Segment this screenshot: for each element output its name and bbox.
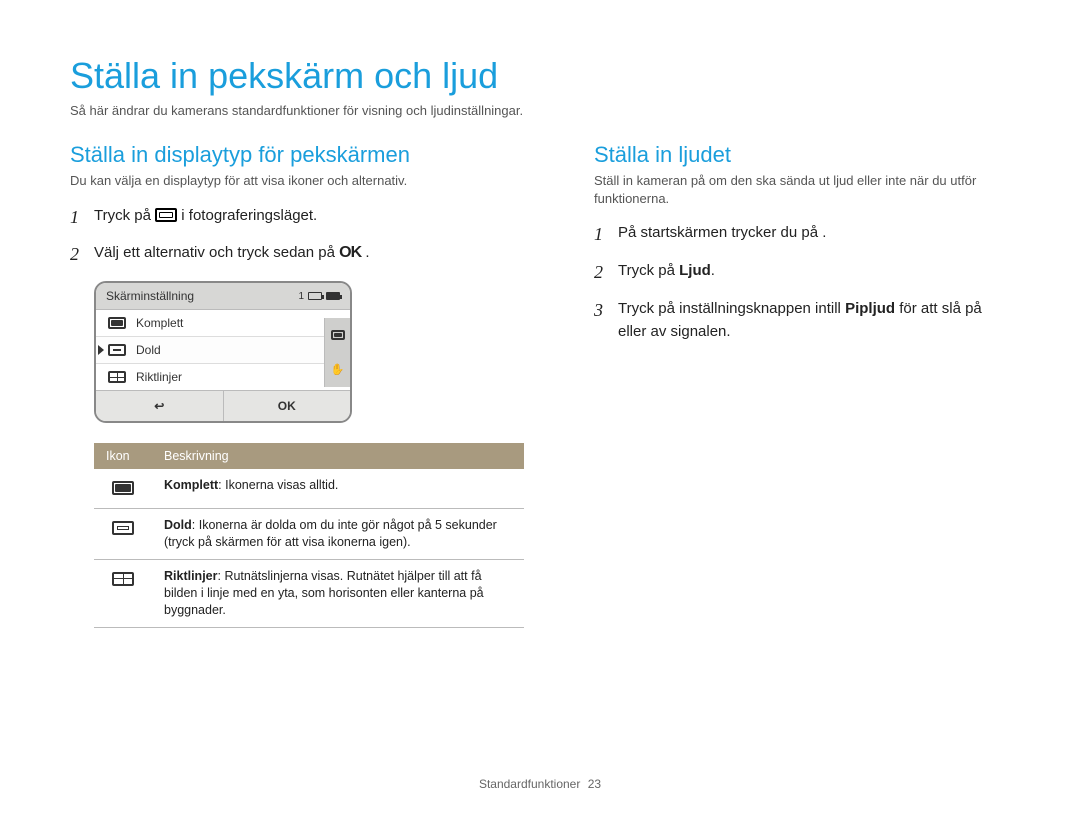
ok-button[interactable]: OK: [224, 391, 351, 421]
right-steps: 1 På startskärmen trycker du på . 2 Tryc…: [594, 221, 1010, 343]
step-number: 3: [594, 297, 608, 325]
menu-item-dold[interactable]: Dold: [96, 337, 350, 364]
basic-display-icon: [108, 344, 126, 356]
icon-table: Ikon Beskrivning Komplett: Ikonerna visa…: [94, 443, 524, 627]
desc-cell: Dold: Ikonerna är dolda om du inte gör n…: [152, 509, 524, 560]
hand-icon: ✋: [331, 363, 345, 376]
step-number: 1: [70, 204, 84, 232]
menu-side-icons: ✋: [324, 318, 350, 387]
left-steps: 1 Tryck på i fotograferingsläget. 2 Välj…: [70, 204, 524, 270]
menu-header: Skärminställning 1: [96, 283, 350, 310]
step-text: Tryck på inställningsknappen intill Pipl…: [618, 297, 1010, 344]
step-text: Tryck på i fotograferingsläget.: [94, 204, 317, 227]
step-text: Tryck på Ljud.: [618, 259, 715, 282]
step-2: 2 Välj ett alternativ och tryck sedan på…: [70, 241, 524, 269]
menu-item-komplett[interactable]: Komplett: [96, 310, 350, 337]
grid-icon: [108, 371, 126, 383]
th-icon: Ikon: [94, 443, 152, 469]
menu-title: Skärminställning: [106, 289, 194, 303]
step-1: 1 På startskärmen trycker du på .: [594, 221, 1010, 249]
table-row: Dold: Ikonerna är dolda om du inte gör n…: [94, 509, 524, 560]
page-title: Ställa in pekskärm och ljud: [70, 55, 1010, 97]
step-text: På startskärmen trycker du på .: [618, 221, 826, 244]
step-2: 2 Tryck på Ljud.: [594, 259, 1010, 287]
desc-cell: Komplett: Ikonerna visas alltid.: [152, 469, 524, 508]
page-number: 23: [588, 777, 601, 791]
step-3: 3 Tryck på inställningsknappen intill Pi…: [594, 297, 1010, 344]
full-display-icon: [108, 317, 126, 329]
table-row: Komplett: Ikonerna visas alltid.: [94, 469, 524, 508]
step-1: 1 Tryck på i fotograferingsläget.: [70, 204, 524, 232]
side-icon: [331, 330, 345, 340]
menu-status-icons: 1: [298, 291, 340, 302]
basic-display-icon: [112, 521, 134, 535]
step-text: Välj ett alternativ och tryck sedan på O…: [94, 241, 369, 266]
th-desc: Beskrivning: [152, 443, 524, 469]
left-subtext: Du kan välja en displaytyp för att visa …: [70, 172, 524, 190]
menu-item-riktlinjer[interactable]: Riktlinjer: [96, 364, 350, 390]
step-number: 2: [70, 241, 84, 269]
desc-cell: Riktlinjer: Rutnätslinjerna visas. Rutnä…: [152, 559, 524, 627]
display-icon: [155, 208, 177, 222]
page-intro: Så här ändrar du kamerans standardfunkti…: [70, 103, 1010, 118]
step-number: 1: [594, 221, 608, 249]
step-number: 2: [594, 259, 608, 287]
menu-item-label: Komplett: [136, 316, 183, 330]
right-subtext: Ställ in kameran på om den ska sända ut …: [594, 172, 1010, 207]
table-row: Riktlinjer: Rutnätslinjerna visas. Rutnä…: [94, 559, 524, 627]
right-heading: Ställa in ljudet: [594, 142, 1010, 168]
back-button[interactable]: ↩: [96, 391, 224, 421]
memory-icon: [308, 292, 322, 300]
full-display-icon: [112, 481, 134, 495]
left-column: Ställa in displaytyp för pekskärmen Du k…: [70, 142, 524, 628]
menu-mock: Skärminställning 1 Komplett Dold: [94, 281, 352, 423]
menu-item-label: Dold: [136, 343, 161, 357]
menu-item-label: Riktlinjer: [136, 370, 182, 384]
battery-icon: [326, 292, 340, 300]
grid-icon: [112, 572, 134, 586]
left-heading: Ställa in displaytyp för pekskärmen: [70, 142, 524, 168]
page-footer: Standardfunktioner 23: [0, 777, 1080, 791]
ok-icon: OK: [339, 244, 361, 261]
right-column: Ställa in ljudet Ställ in kameran på om …: [594, 142, 1010, 628]
footer-section: Standardfunktioner: [479, 777, 580, 791]
